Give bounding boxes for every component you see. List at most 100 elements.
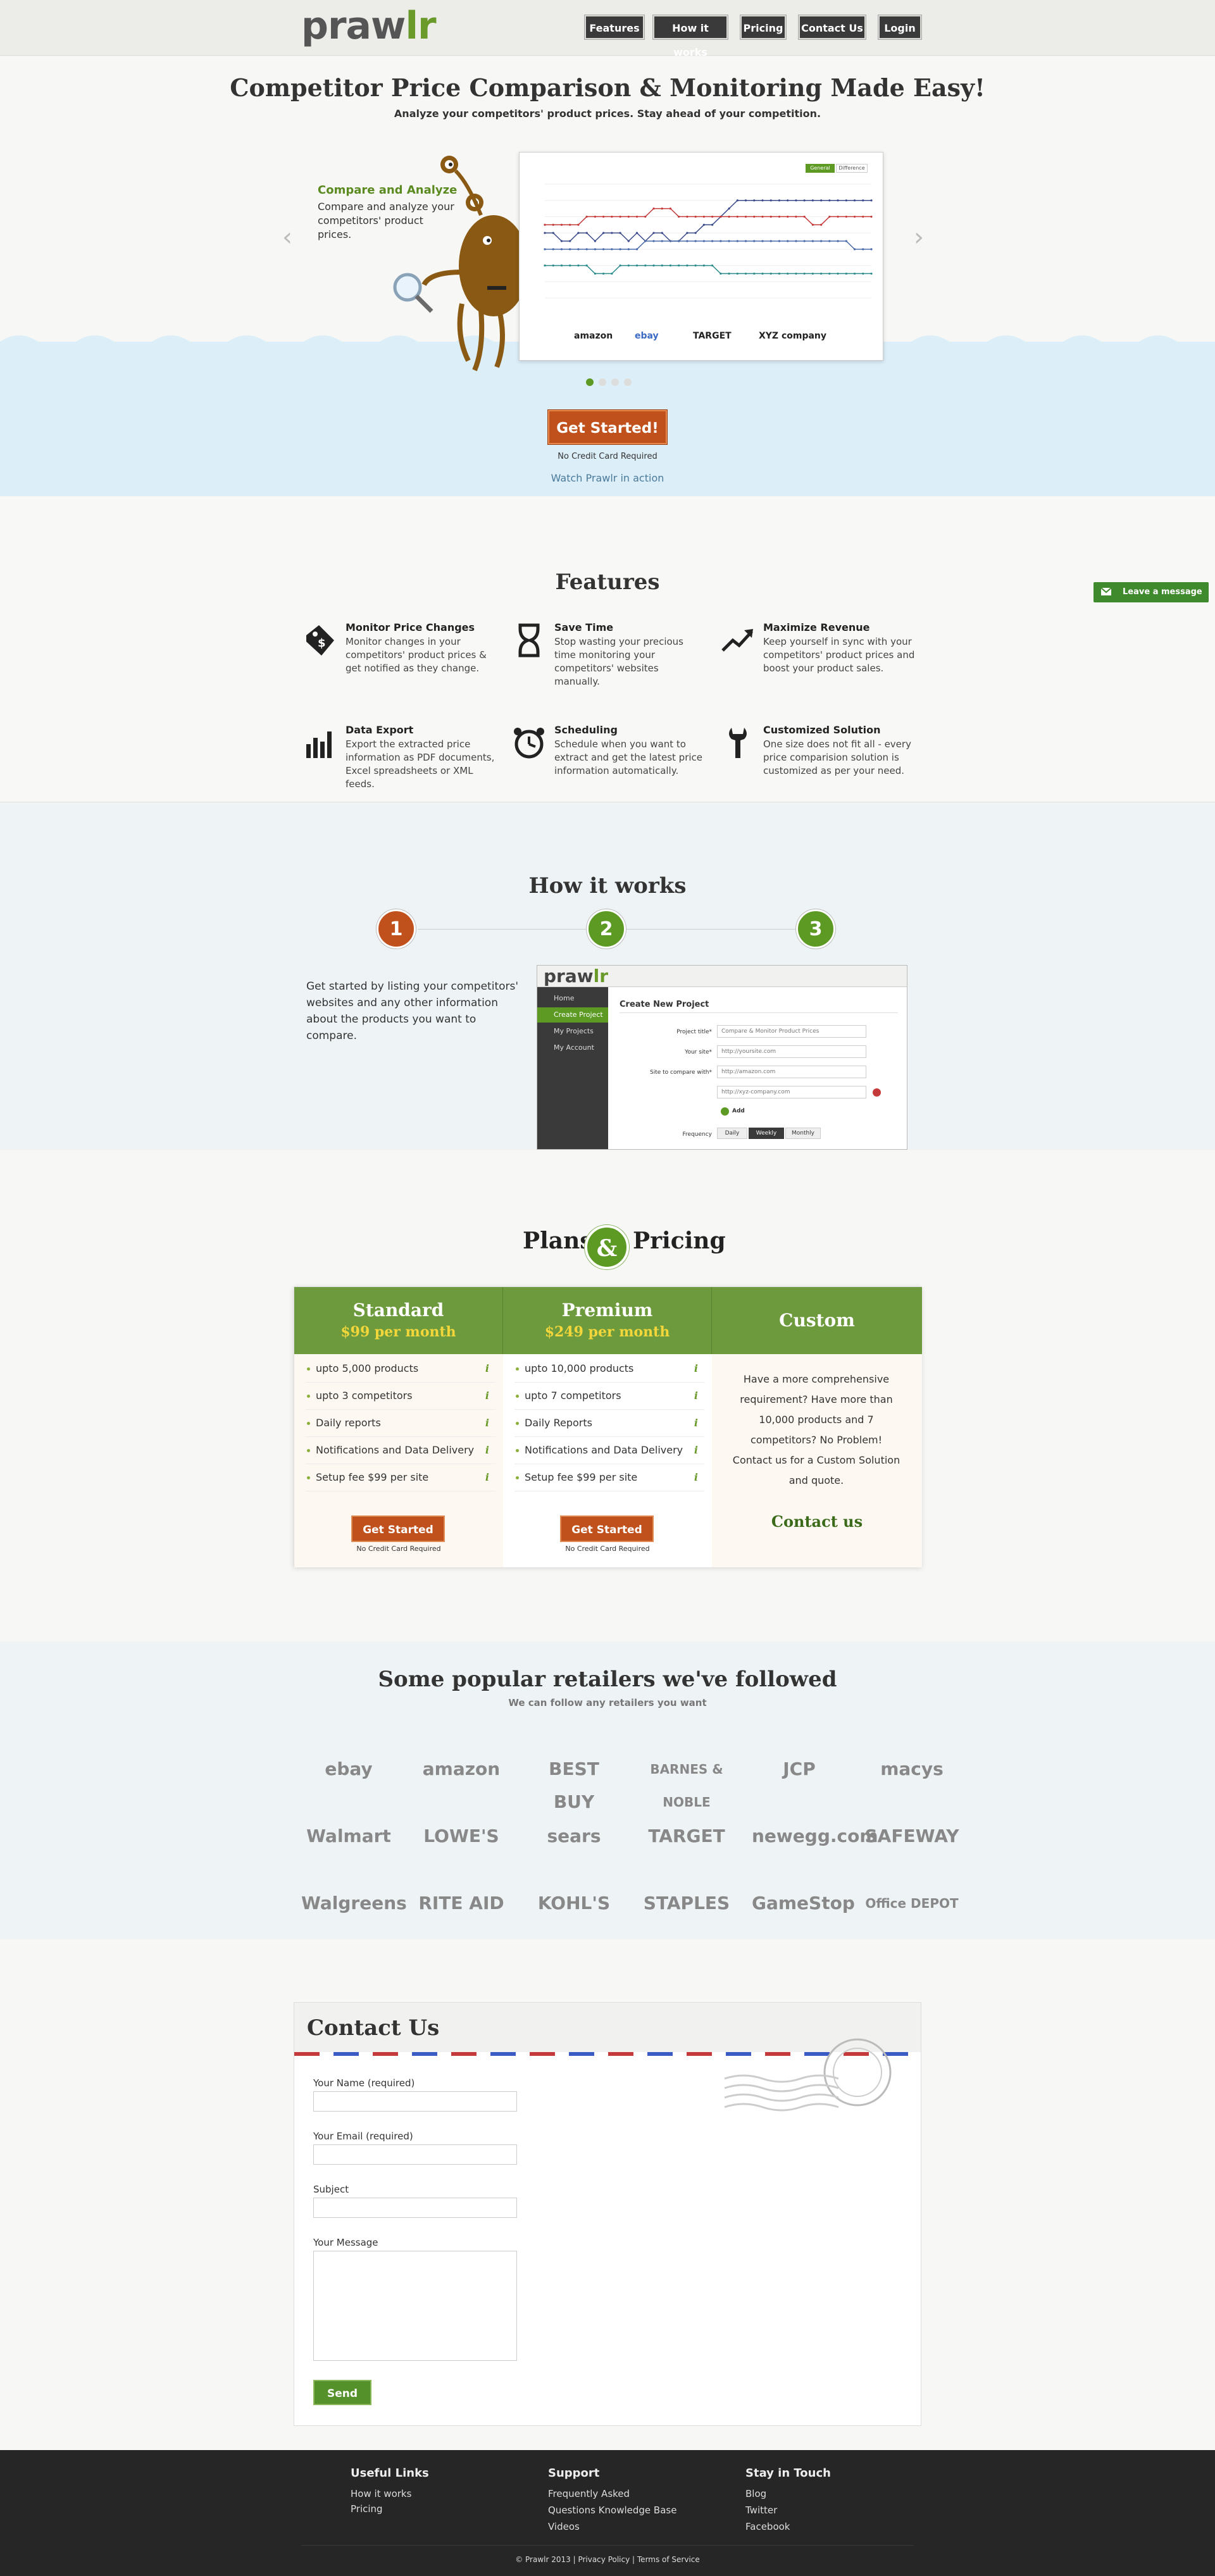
series-point — [560, 248, 563, 251]
series-point — [845, 199, 847, 202]
subject-field[interactable] — [313, 2198, 517, 2218]
info-icon[interactable]: i — [485, 1383, 489, 1409]
series-point — [787, 240, 789, 242]
message-textarea[interactable] — [313, 2251, 517, 2361]
slider-dot-2[interactable] — [599, 378, 606, 386]
feature-title-export: Data Export — [346, 724, 414, 736]
frequency-weekly[interactable]: Weekly — [749, 1128, 784, 1139]
retailer-logo: sears — [547, 1826, 601, 1846]
contact-title: Contact Us — [307, 2015, 440, 2041]
slider-dot-4[interactable] — [624, 378, 632, 386]
series-point — [627, 215, 630, 218]
footer-link-faq[interactable]: Frequently Asked — [548, 2488, 630, 2499]
series-point — [678, 264, 680, 267]
series-point — [702, 240, 705, 242]
info-icon[interactable]: i — [694, 1464, 698, 1491]
footer-link-facebook[interactable]: Facebook — [745, 2521, 790, 2532]
bar-chart-icon — [306, 731, 332, 758]
series-point — [652, 264, 655, 267]
remove-icon[interactable] — [873, 1088, 881, 1097]
series-point — [594, 240, 596, 242]
info-icon[interactable]: i — [694, 1437, 698, 1464]
nav-features[interactable]: Features — [585, 15, 644, 39]
info-icon[interactable]: i — [485, 1355, 489, 1382]
app-menu-home[interactable]: Home — [537, 991, 608, 1006]
app-menu-create-project[interactable]: Create Project — [537, 1007, 608, 1023]
name-field[interactable] — [313, 2091, 517, 2112]
frequency-daily[interactable]: Daily — [717, 1128, 747, 1139]
email-field[interactable] — [313, 2144, 517, 2165]
feature-text-save-time: Stop wasting your precious time monitori… — [554, 636, 683, 687]
leave-message-label: Leave a message — [1123, 587, 1202, 597]
app-input-compare-2[interactable]: http://xyz-company.com — [717, 1086, 866, 1098]
info-icon[interactable]: i — [694, 1383, 698, 1409]
retailer-logo: ebay — [325, 1758, 373, 1779]
app-input-compare-1[interactable]: http://amazon.com — [717, 1066, 866, 1078]
footer-link-pricing[interactable]: Pricing — [351, 2503, 383, 2515]
info-icon[interactable]: i — [485, 1437, 489, 1464]
nav-contact-us[interactable]: Contact Us — [799, 15, 866, 39]
retailers-title: Some popular retailers we've followed — [378, 1667, 837, 1692]
series-point — [753, 240, 756, 242]
step-3[interactable]: 3 — [796, 909, 835, 949]
name-label: Your Name (required) — [313, 2077, 415, 2089]
nav-pricing[interactable]: Pricing — [740, 15, 786, 39]
slider-prev-arrow[interactable]: ‹ — [282, 223, 292, 252]
series-point — [644, 215, 647, 218]
send-button[interactable]: Send — [313, 2380, 371, 2405]
retailer-logo: BEST BUY — [549, 1758, 599, 1812]
leave-message-button[interactable]: Leave a message — [1094, 582, 1209, 602]
logo[interactable]: prawlr — [301, 5, 437, 47]
series-point — [787, 199, 789, 202]
retailer-logo: RITE AID — [418, 1893, 504, 1913]
subject-label: Subject — [313, 2184, 349, 2195]
add-icon[interactable] — [721, 1107, 729, 1116]
slider-next-arrow[interactable]: › — [914, 223, 924, 252]
retailer-logo: LOWE'S — [423, 1826, 499, 1846]
footer-link-knowledge-base[interactable]: Questions Knowledge Base — [548, 2504, 676, 2516]
premium-get-started-button[interactable]: Get Started — [560, 1515, 654, 1542]
series-point — [853, 215, 856, 218]
premium-note: No Credit Card Required — [565, 1545, 650, 1553]
slider-dot-1[interactable] — [586, 378, 594, 386]
app-input-site[interactable]: http://yoursite.com — [717, 1045, 866, 1058]
standard-get-started-button[interactable]: Get Started — [351, 1515, 445, 1542]
retailer-logo: Office DEPOT — [865, 1896, 959, 1911]
site-header: prawlr Features How it works Pricing Con… — [0, 0, 1215, 58]
postmark-stamp-icon — [724, 2038, 892, 2112]
get-started-button[interactable]: Get Started! — [548, 410, 667, 444]
custom-contact-link[interactable]: Contact us — [712, 1512, 922, 1531]
watch-video-link[interactable]: Watch Prawlr in action — [0, 472, 1215, 484]
plan-feature: Setup fee $99 per site i — [514, 1464, 704, 1491]
series-point — [728, 207, 730, 210]
series-point — [803, 240, 806, 242]
frequency-monthly[interactable]: Monthly — [785, 1128, 821, 1139]
app-add-label[interactable]: Add — [732, 1108, 745, 1114]
series-point — [736, 199, 738, 202]
footer-link-twitter[interactable]: Twitter — [745, 2504, 777, 2516]
app-menu-my-account[interactable]: My Account — [537, 1040, 608, 1055]
retailer-logo: macys — [880, 1758, 944, 1779]
series-point — [828, 272, 831, 275]
series-point — [770, 240, 772, 242]
series-line-3 — [545, 264, 871, 275]
footer-link-blog[interactable]: Blog — [745, 2488, 766, 2499]
nav-how-it-works[interactable]: How it works — [653, 15, 728, 58]
app-input-title[interactable]: Compare & Monitor Product Prices — [717, 1025, 866, 1038]
app-menu-my-projects[interactable]: My Projects — [537, 1024, 608, 1039]
series-point — [728, 240, 730, 242]
step-1[interactable]: 1 — [377, 909, 416, 949]
feature-title-monitor: Monitor Price Changes — [346, 621, 475, 633]
info-icon[interactable]: i — [694, 1355, 698, 1382]
footer-link-videos[interactable]: Videos — [548, 2521, 580, 2532]
info-icon[interactable]: i — [694, 1410, 698, 1436]
footer-link-how-it-works[interactable]: How it works — [351, 2488, 411, 2499]
series-point — [661, 232, 663, 234]
series-point — [602, 272, 605, 275]
info-icon[interactable]: i — [485, 1410, 489, 1436]
envelope-icon — [1101, 588, 1111, 595]
nav-login[interactable]: Login — [878, 15, 921, 39]
slider-dot-3[interactable] — [611, 378, 619, 386]
info-icon[interactable]: i — [485, 1464, 489, 1491]
step-2[interactable]: 2 — [587, 909, 626, 949]
